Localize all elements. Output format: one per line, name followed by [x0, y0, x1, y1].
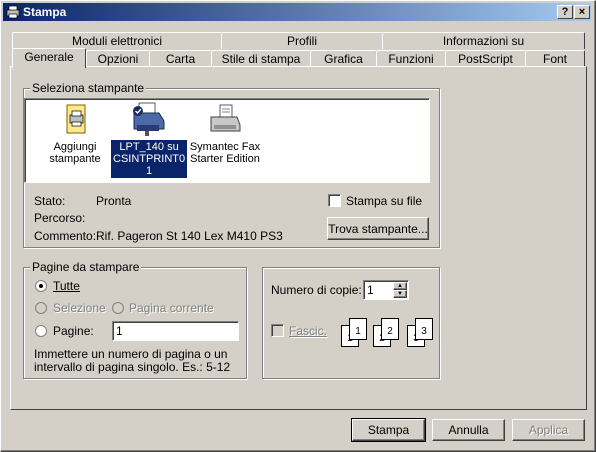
copies-label: Numero di copie:: [271, 283, 362, 297]
tab-opzioni[interactable]: Opzioni: [86, 50, 150, 67]
window-title: Stampa: [23, 5, 67, 19]
add-printer-icon: [66, 104, 86, 134]
tab-moduli-elettronici[interactable]: Moduli elettronici: [12, 32, 222, 49]
collate-illustration-icon: 1 1 2 2 3 3: [341, 318, 441, 350]
tab-label: Funzioni: [388, 52, 434, 66]
radio-all-pages[interactable]: [35, 280, 47, 292]
printer-name-line: Starter Edition: [190, 153, 260, 165]
pages-input[interactable]: 1: [112, 321, 239, 341]
tab-grafica[interactable]: Grafica: [310, 50, 377, 67]
status-label: Stato:: [34, 194, 66, 208]
find-printer-button[interactable]: Trova stampante...: [327, 217, 429, 240]
network-printer-icon: [133, 102, 165, 136]
collate-page: 1: [349, 318, 367, 340]
printer-name-line: stampante: [49, 153, 101, 165]
group-legend: Pagine da stampare: [30, 260, 142, 274]
tab-label: Carta: [165, 52, 196, 66]
spin-up-icon[interactable]: ▲: [393, 282, 407, 290]
close-button[interactable]: ×: [574, 5, 590, 19]
tab-informazioni-su[interactable]: Informazioni su: [382, 32, 585, 49]
radio-selection-label: Selezione: [53, 301, 106, 315]
help-button[interactable]: ?: [557, 5, 573, 19]
tab-font[interactable]: Font: [525, 50, 585, 67]
comment-label: Commento:: [34, 229, 97, 243]
tab-label: Informazioni su: [442, 34, 525, 48]
collate-checkbox[interactable]: [271, 324, 284, 337]
tab-label: Font: [542, 52, 567, 66]
printer-name-line: Symantec Fax: [189, 141, 261, 153]
radio-current-page-label: Pagina corrente: [129, 301, 214, 315]
radio-pages-label: Pagine:: [53, 324, 94, 338]
cancel-button[interactable]: Annulla: [432, 419, 505, 441]
copies-spinner[interactable]: ▲ ▼: [393, 282, 407, 298]
radio-dot: [39, 284, 43, 288]
radio-current-page[interactable]: [112, 302, 124, 314]
tab-label: Moduli elettronici: [71, 34, 163, 48]
tab-label: PostScript: [458, 52, 513, 66]
print-to-file-label: Stampa su file: [346, 194, 423, 208]
collate-page: 3: [415, 318, 433, 340]
printer-name-line: LPT_140 su: [119, 141, 179, 153]
printer-list[interactable]: Aggiungi stampante LPT_140 su CSINTPRINT0 1…: [24, 98, 430, 183]
radio-selection[interactable]: [35, 302, 47, 314]
printer-name-line: 1: [146, 165, 153, 177]
tab-postscript[interactable]: PostScript: [445, 50, 526, 67]
tab-profili[interactable]: Profili: [221, 32, 383, 49]
collate-page: 2: [381, 318, 399, 340]
printer-item-lpt140[interactable]: LPT_140 su CSINTPRINT0 1: [109, 101, 189, 179]
tab-stile-di-stampa[interactable]: Stile di stampa: [211, 50, 311, 67]
printer-name-line: CSINTPRINT0: [113, 153, 186, 165]
spin-down-icon[interactable]: ▼: [393, 290, 407, 298]
printer-item-add[interactable]: Aggiungi stampante: [37, 103, 113, 166]
group-legend: Seleziona stampante: [30, 81, 147, 95]
fax-printer-icon: [210, 104, 241, 132]
tab-label: Opzioni: [97, 52, 139, 66]
page-range-hint: Immettere un numero di pagina o un: [34, 347, 228, 361]
tab-label: Grafica: [324, 52, 363, 66]
radio-pages[interactable]: [35, 325, 47, 337]
title-bar[interactable]: Stampa ? ×: [3, 3, 591, 21]
path-label: Percorso:: [34, 211, 86, 225]
tab-carta[interactable]: Carta: [149, 50, 212, 67]
print-to-file-checkbox[interactable]: [328, 194, 341, 207]
collate-label: Fascic.: [289, 324, 328, 338]
apply-button[interactable]: Applica: [512, 419, 585, 441]
tab-label: Profili: [286, 34, 317, 48]
print-button[interactable]: Stampa: [351, 418, 426, 442]
tab-label: Generale: [24, 50, 74, 64]
printer-name-line: Aggiungi: [53, 141, 97, 153]
printer-item-symantec-fax[interactable]: Symantec Fax Starter Edition: [185, 103, 265, 166]
comment-value: Rif. Pageron St 140 Lex M410 PS3: [96, 229, 283, 243]
tab-funzioni[interactable]: Funzioni: [376, 50, 446, 67]
printer-icon: [6, 5, 20, 19]
tab-generale[interactable]: Generale: [12, 48, 86, 68]
radio-all-pages-label: Tutte: [53, 279, 80, 293]
tab-label: Stile di stampa: [221, 52, 301, 66]
page-range-hint: intervallo di pagina singolo. Es.: 5-12: [34, 360, 231, 374]
status-value: Pronta: [96, 194, 132, 208]
